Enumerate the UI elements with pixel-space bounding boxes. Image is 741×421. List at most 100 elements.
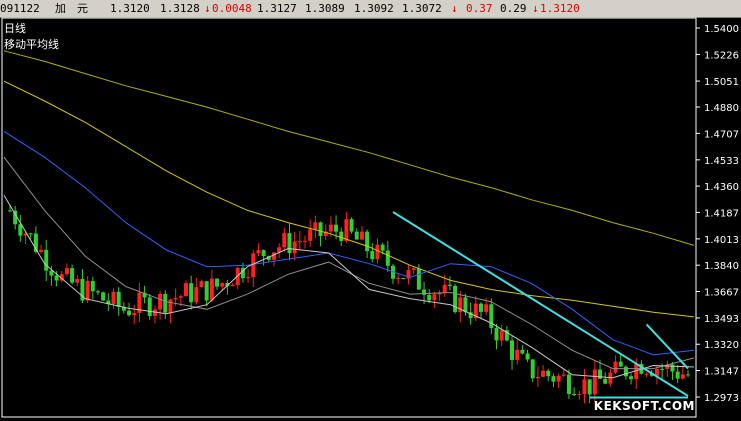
candle-body [158, 293, 163, 310]
candle-body [230, 285, 235, 287]
candle-body [510, 340, 515, 360]
ma-line [3, 156, 695, 370]
candle-body [183, 283, 188, 297]
candle-body [178, 296, 183, 298]
candle-body [427, 294, 432, 301]
candle-body [416, 268, 421, 290]
candle-body [147, 297, 152, 316]
candle-body [546, 370, 551, 377]
candle-body [189, 283, 194, 303]
candle-body [396, 278, 401, 280]
candle-body [349, 219, 354, 232]
candle-body [70, 268, 75, 283]
candle-body [375, 244, 380, 260]
y-tick-label: 1.3667 [704, 287, 739, 298]
candle-body [313, 222, 318, 230]
candle-body [577, 394, 582, 396]
y-tick-label: 1.3320 [704, 340, 739, 351]
candle-body [194, 287, 199, 303]
candle-body [463, 297, 468, 313]
candle-body [168, 299, 173, 313]
candle-body [494, 328, 499, 341]
candle-body [484, 304, 489, 312]
candle-body [95, 291, 100, 293]
candle-body [271, 252, 276, 260]
candle-body [318, 222, 323, 236]
candle-body [163, 293, 168, 313]
candle-body [64, 268, 69, 275]
candle-body [520, 349, 525, 354]
candle-body [603, 378, 608, 384]
candle-body [561, 374, 566, 376]
candle-body [220, 282, 225, 287]
candle-body [292, 241, 297, 254]
candle-body [287, 233, 292, 254]
candle-body [204, 281, 209, 301]
candle-body [453, 285, 458, 313]
candle-body [442, 284, 447, 293]
candle-body [209, 278, 214, 301]
candle-body [644, 373, 649, 375]
candle-body [173, 297, 178, 300]
moving-averages-group [3, 50, 695, 379]
y-tick-label: 1.4707 [704, 129, 739, 140]
candle-body [111, 291, 116, 305]
trendline [392, 211, 689, 397]
candle-body [256, 250, 261, 254]
candle-body [246, 277, 251, 279]
candle-body [623, 366, 628, 377]
ma-line [3, 50, 695, 246]
watermark-logo: KEKSOFT.COM [593, 399, 695, 413]
period-label: 日线 [4, 22, 26, 35]
candle-body [385, 250, 390, 266]
candle-body [535, 376, 540, 379]
y-tick-label: 1.3840 [704, 261, 739, 272]
candle-body [572, 393, 577, 396]
y-tick-label: 1.2973 [704, 393, 739, 404]
candle-body [199, 281, 204, 288]
candle-body [551, 376, 556, 382]
candle-body [608, 372, 613, 384]
candle-body [297, 241, 302, 243]
candle-body [370, 251, 375, 260]
candle-body [525, 353, 530, 360]
y-tick-label: 1.5226 [704, 50, 739, 61]
candle-body [13, 210, 18, 225]
candle-body [127, 310, 132, 316]
ma-line [3, 80, 695, 318]
trendlines-group [392, 211, 689, 399]
candle-body [587, 379, 592, 395]
candle-body [515, 349, 520, 360]
candle-body [328, 224, 333, 232]
y-tick-label: 1.4533 [704, 156, 739, 167]
y-tick-label: 1.5400 [704, 24, 739, 35]
y-tick-label: 1.4880 [704, 103, 739, 114]
candle-body [28, 233, 33, 235]
candle-body [132, 313, 137, 316]
candle-body [44, 249, 49, 271]
ma-line [3, 194, 695, 379]
candle-body [582, 379, 587, 395]
candle-body [401, 278, 406, 280]
candle-body [215, 278, 220, 287]
candle-body [680, 374, 685, 379]
candle-body [90, 281, 95, 292]
candle-body [380, 244, 385, 251]
candle-body [101, 292, 106, 301]
candle-body [334, 224, 339, 232]
y-tick-label: 1.5051 [704, 77, 739, 88]
candle-body [411, 268, 416, 271]
y-axis-group: 1.5400 1.5226 1.5051 1.4880 1.4707 1.4533 1.43… [696, 24, 739, 404]
candle-body [116, 291, 121, 307]
indicator-label: 移动平均线 [4, 38, 59, 51]
y-tick-label: 1.4187 [704, 208, 739, 219]
candle-body [54, 275, 59, 281]
candle-body [303, 240, 308, 242]
candle-body [354, 231, 359, 240]
candle-body [629, 376, 634, 380]
candle-body [675, 371, 680, 379]
candlestick-chart[interactable]: 1.5400 1.5226 1.5051 1.4880 1.4707 1.4533 1.43… [0, 0, 741, 421]
candle-body [339, 231, 344, 241]
candle-body [566, 374, 571, 394]
candle-body [359, 231, 364, 240]
